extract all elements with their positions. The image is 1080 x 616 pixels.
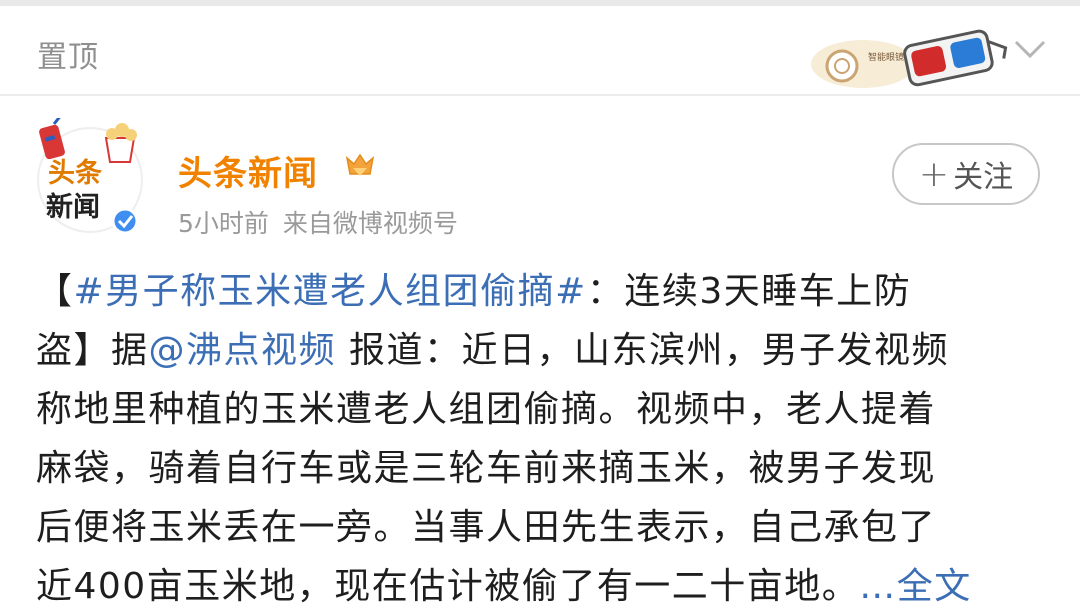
glasses-sticker-icon: 智能眼镜之家 [811,29,1008,88]
avatar-line1: 头条 [48,158,103,189]
pinned-header: 置顶 智能眼镜之家 [0,6,1080,96]
post-text: 后便将玉米丢在一旁。当事人田先生表示，自己承包了 [36,507,937,548]
author-name[interactable]: 头条新闻 [178,146,318,195]
read-more-link[interactable]: …全文 [859,566,972,607]
post-text: ：连续3天睡车上防 [586,271,912,312]
post-line: 近400亩玉米地，现在估计被偷了有一二十亩地。…全文 [36,557,1046,616]
chevron-down-icon[interactable] [1012,34,1048,64]
pinned-label: 置顶 [37,40,99,75]
post-text: 盗】据 [36,330,149,371]
post-line: 盗】据@沸点视频 报道：近日，山东滨州，男子发视频 [36,321,1046,380]
post-line: 称地里种植的玉米遭老人组团偷摘。视频中，老人提着 [36,380,1046,439]
post-text: 报道：近日，山东滨州，男子发视频 [336,330,949,371]
avatar[interactable]: 头条 新闻 [36,118,146,238]
hashtag-link[interactable]: #男子称玉米遭老人组团偷摘# [74,271,587,312]
mention-link[interactable]: @沸点视频 [149,330,337,371]
post-source: 来自微博视频号 [282,209,458,238]
follow-label: 关注 [953,160,1014,195]
plus-icon: + [918,153,950,195]
post-body: 【#男子称玉米遭老人组团偷摘#：连续3天睡车上防 盗】据@沸点视频 报道：近日，… [36,262,1046,616]
avatar-line2: 新闻 [46,191,100,223]
post-text: 近400亩玉米地，现在估计被偷了有一二十亩地。 [36,566,860,607]
follow-button[interactable]: + 关注 [892,143,1040,205]
post-line: 【#男子称玉米遭老人组团偷摘#：连续3天睡车上防 [36,262,1046,321]
post-text: 【 [36,271,74,312]
post-text: 麻袋，骑着自行车或是三轮车前来摘玉米，被男子发现 [36,448,937,489]
post-line: 麻袋，骑着自行车或是三轮车前来摘玉米，被男子发现 [36,439,1046,498]
post-text: 称地里种植的玉米遭老人组团偷摘。视频中，老人提着 [36,389,937,430]
post-time: 5小时前 [178,209,269,238]
vip-badge-icon [345,153,375,176]
post-meta: 5小时前 来自微博视频号 [178,204,458,240]
post-line: 后便将玉米丢在一旁。当事人田先生表示，自己承包了 [36,498,1046,557]
